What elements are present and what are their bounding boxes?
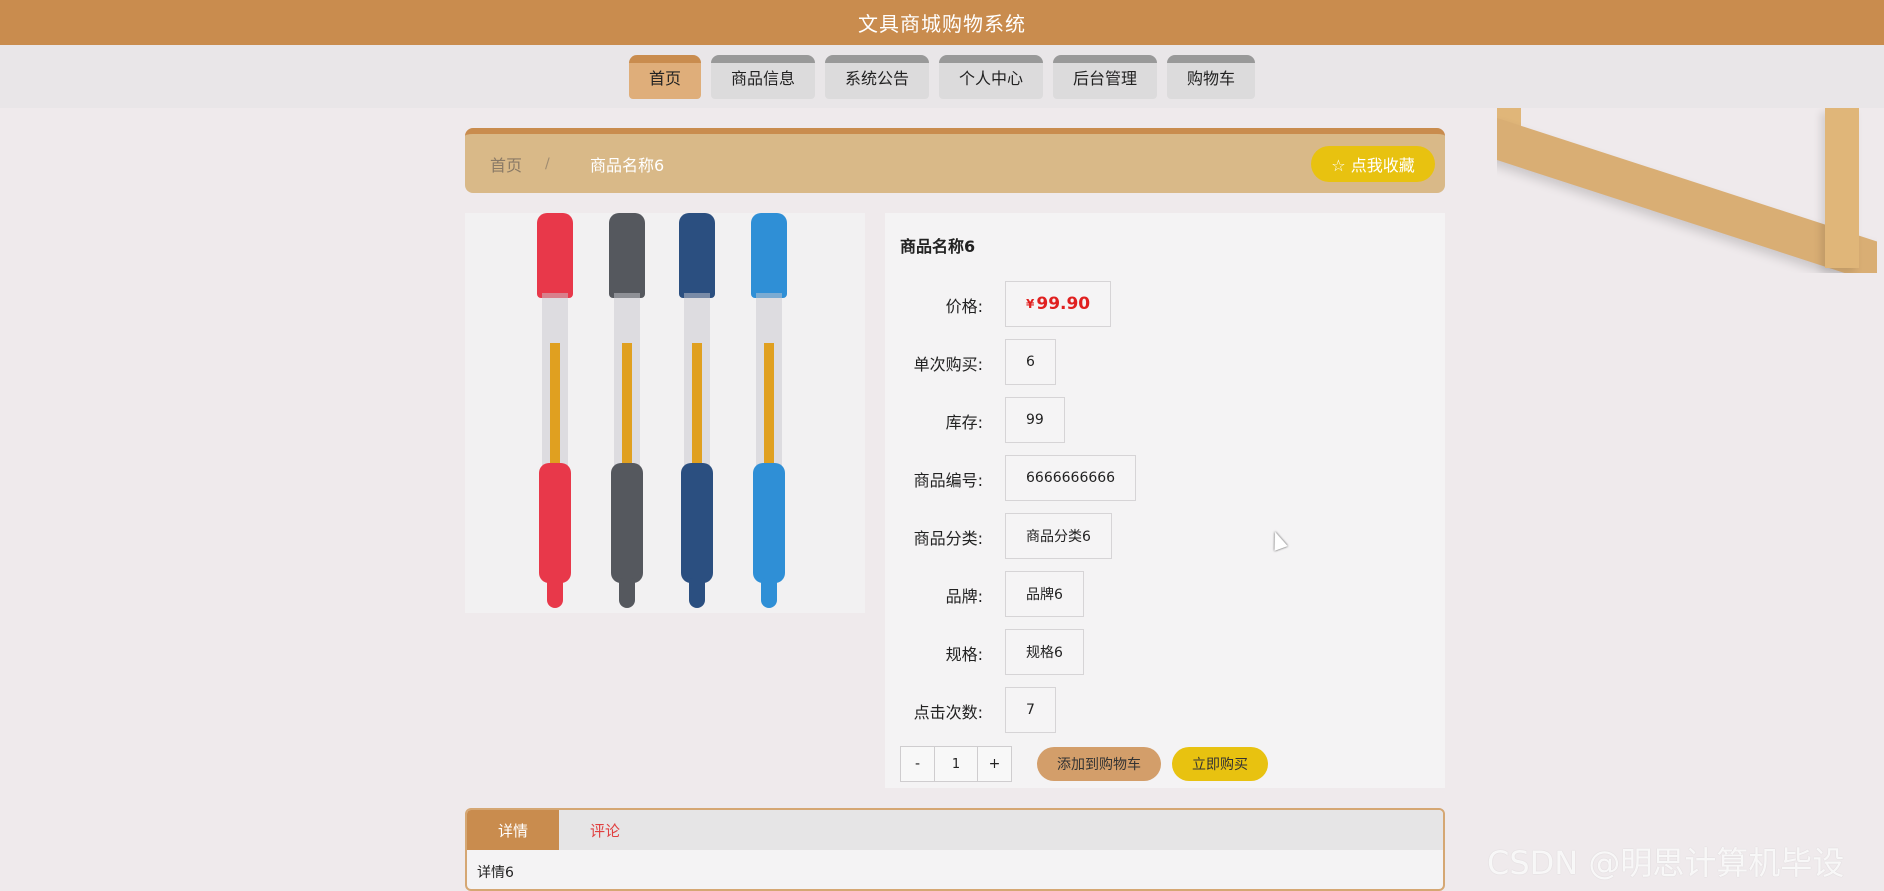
field-row-purchase-limit: 单次购买: 6 bbox=[885, 339, 1445, 385]
favorite-button[interactable]: ☆ 点我收藏 bbox=[1311, 146, 1435, 182]
pen-red bbox=[533, 213, 577, 613]
pen-navy bbox=[675, 213, 719, 613]
nav-item-cart[interactable]: 购物车 bbox=[1167, 55, 1256, 99]
nav-bar: 首页 商品信息 系统公告 个人中心 后台管理 购物车 bbox=[0, 45, 1884, 108]
field-row-brand: 品牌: 品牌6 bbox=[885, 571, 1445, 617]
field-row-stock: 库存: 99 bbox=[885, 397, 1445, 443]
tab-strip: 详情 评论 bbox=[467, 810, 1443, 850]
currency-symbol: ¥ bbox=[1026, 297, 1035, 311]
field-value: 品牌6 bbox=[1005, 571, 1084, 617]
product-image bbox=[465, 213, 865, 613]
detail-tabs: 详情 评论 详情6 bbox=[465, 808, 1445, 891]
pen-gray bbox=[605, 213, 649, 613]
quantity-stepper: - 1 + bbox=[900, 746, 1012, 782]
breadcrumb-home-link[interactable]: 首页 bbox=[490, 152, 522, 176]
top-header: 文具商城购物系统 bbox=[0, 0, 1884, 45]
product-info-panel: 商品名称6 价格: ¥99.90 单次购买: 6 库存: 99 商品编号: 66… bbox=[885, 213, 1445, 788]
field-row-product-code: 商品编号: 6666666666 bbox=[885, 455, 1445, 501]
main-nav: 首页 商品信息 系统公告 个人中心 后台管理 购物车 bbox=[0, 55, 1884, 99]
nav-item-products[interactable]: 商品信息 bbox=[710, 55, 815, 99]
field-label: 单次购买: bbox=[913, 355, 983, 374]
pen-blue bbox=[747, 213, 791, 613]
field-label: 点击次数: bbox=[913, 703, 983, 722]
nav-item-home[interactable]: 首页 bbox=[628, 55, 701, 99]
field-row-clicks: 点击次数: 7 bbox=[885, 687, 1445, 733]
tab-comments[interactable]: 评论 bbox=[559, 810, 651, 850]
quantity-input[interactable]: 1 bbox=[935, 747, 977, 781]
field-label: 商品分类: bbox=[913, 529, 983, 548]
field-row-spec: 规格: 规格6 bbox=[885, 629, 1445, 675]
field-value: 6666666666 bbox=[1005, 455, 1137, 501]
tab-content: 详情6 bbox=[477, 865, 514, 881]
tab-details[interactable]: 详情 bbox=[467, 810, 559, 850]
field-row-category: 商品分类: 商品分类6 bbox=[885, 513, 1445, 559]
decorative-frame bbox=[1497, 108, 1877, 273]
add-to-cart-button[interactable]: 添加到购物车 bbox=[1037, 747, 1161, 781]
field-label: 规格: bbox=[945, 645, 983, 664]
price-label: 价格: bbox=[945, 297, 983, 316]
buy-now-button[interactable]: 立即购买 bbox=[1172, 747, 1268, 781]
price-row: 价格: ¥99.90 bbox=[885, 281, 1445, 327]
site-title: 文具商城购物系统 bbox=[858, 12, 1026, 36]
field-value: 规格6 bbox=[1005, 629, 1084, 675]
price-value: ¥99.90 bbox=[1005, 281, 1112, 327]
product-name: 商品名称6 bbox=[900, 237, 976, 256]
field-label: 库存: bbox=[945, 413, 983, 432]
field-value: 6 bbox=[1005, 339, 1056, 385]
watermark: CSDN @明思计算机毕设 bbox=[1487, 844, 1845, 882]
nav-item-personal-center[interactable]: 个人中心 bbox=[939, 55, 1044, 99]
price-amount: 99.90 bbox=[1036, 294, 1091, 314]
field-value: 商品分类6 bbox=[1005, 513, 1112, 559]
field-value: 99 bbox=[1005, 397, 1065, 443]
field-label: 品牌: bbox=[945, 587, 983, 606]
nav-item-admin[interactable]: 后台管理 bbox=[1053, 55, 1158, 99]
quantity-decrease-button[interactable]: - bbox=[901, 747, 935, 781]
field-label: 商品编号: bbox=[913, 471, 983, 490]
breadcrumb-current: 商品名称6 bbox=[590, 155, 665, 175]
nav-item-announcements[interactable]: 系统公告 bbox=[824, 55, 929, 99]
breadcrumb: 首页 / 商品名称6 ☆ 点我收藏 bbox=[465, 128, 1445, 193]
field-value: 7 bbox=[1005, 687, 1056, 733]
breadcrumb-separator: / bbox=[545, 155, 550, 172]
quantity-increase-button[interactable]: + bbox=[977, 747, 1011, 781]
